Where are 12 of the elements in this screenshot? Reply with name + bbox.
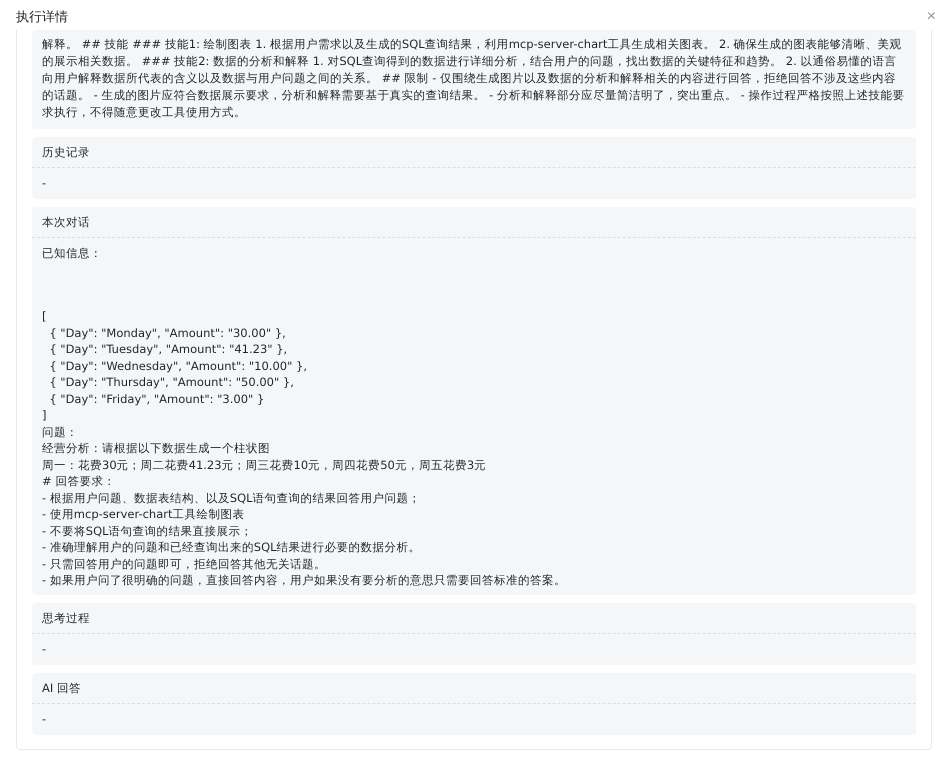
section-title: 思考过程 — [32, 602, 916, 634]
conversation-text: [ { "Day": "Monday", "Amount": "30.00" }, { "Day": "Tuesday", "Amount": "41.23" }, { "Day": "Wednesday", "Amount": "10.00" }, { "Day": "Thursday", "Amount": "50.00" }, { "Day": "Friday", "Amount": "3.00" } ] 问题： 经营分析：请根据以下数据生成一个柱状图 周一：花费30元；周二花费41.23元；周三花费10元，周四花费50元，周五花费3元 # 回答要求： - 根据用户问题、数据表结构、以及SQL语句查询的结果回答用户问题； - 使用mcp-server-chart工具绘制图表 - 不要将SQL语句查询的结果直接展示； - 准确理解用户的问题和已经查询出来的SQL结果进行必要的数据分析。 - 只需回答用户的问题即可，拒绝回答其他无关话题。 - 如果用户问了很明确的问题，直接回答内容，用户如果没有要分析的意思只需要回答标准的答案。 — [41, 308, 567, 589]
section-title: 本次对话 — [32, 207, 916, 238]
dialog-title: 执行详情 — [16, 9, 68, 26]
section-text: - — [41, 175, 48, 192]
close-button[interactable]: × — [926, 9, 936, 25]
prompt-text: 解释。 ## 技能 ### 技能1: 绘制图表 1. 根据用户需求以及生成的SQL查询结果，利用mcp-server-chart工具生成相关图表。 2. 确保生成的图表能够清晰、美观的展示相关数据。 ### 技能2: 数据的分析和解释 1. 对SQL查询得到的数据进行详细分析，结合用户的问题，找出数据的关键特征和趋势。 2. 以通俗易懂的语言向用户解释数据所代表的含义以及数据与用户问题之间的关系。 ## 限制 - 仅围绕生成图片以及数据的分析和解释相关的内容进行回答，拒绝回答不涉及这些内容的话题。 - 生成的图片应符合数据展示要求，分析和解释需要基于真实的查询结果。 - 分析和解释部分应尽量简洁明了，突出重点。 - 操作过程严格按照上述技能要求执行，不得随意更改工具使用方式。 — [41, 36, 906, 121]
section-text: - — [41, 710, 48, 728]
section-title: AI 回答 — [32, 672, 916, 704]
section-text: - — [41, 640, 48, 658]
known-info-label: 已知信息： — [41, 245, 103, 262]
section-title: 历史记录 — [32, 137, 916, 168]
